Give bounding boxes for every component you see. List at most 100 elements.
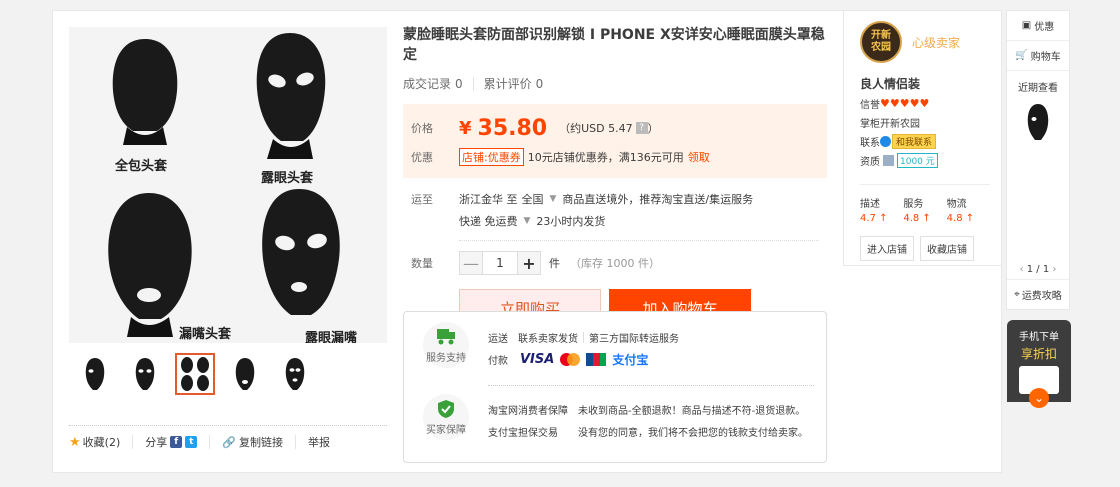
chevron-down-icon[interactable]: ▼	[524, 216, 531, 226]
shop-logo[interactable]: 开新 农园	[860, 21, 902, 63]
rating-label: 服务	[903, 199, 924, 210]
seller-grade: 心级卖家	[912, 35, 961, 50]
usd-suffix: ）	[647, 122, 659, 135]
mobile-order-widget[interactable]: 手机下单 享折扣 ⌄	[1007, 320, 1071, 408]
recent-label: 近期查看	[1018, 83, 1058, 94]
dispatch-time: 23小时内发货	[536, 215, 606, 228]
coupon-text: 10元店铺优惠券，满136元可用	[527, 151, 684, 164]
product-gallery: 全包头套 露眼头套 漏嘴头套 露眼漏嘴 ★ 收藏(2) 分享 f t 🔗 复制链…	[69, 27, 387, 450]
heart-icons: ♥♥♥♥♥	[880, 97, 930, 110]
qty-unit: 件	[549, 257, 560, 270]
rating-value: 4.8 ↑	[903, 213, 931, 224]
product-info: 蒙脸睡眠头套防面部识别解锁 I PHONE X安详安心睡眠面膜头罩稳定 成交记录…	[403, 25, 827, 327]
guarantee-info: 淘宝网消费者保障 未收到商品-全额退款！商品与描述不符-退货退款。 支付宝担保交…	[488, 398, 808, 442]
thumbnail-active[interactable]	[175, 353, 215, 395]
mobile-line2: 享折扣	[1020, 347, 1057, 361]
stock-text: （库存 1000 件）	[570, 257, 660, 270]
thumbnail[interactable]	[75, 353, 115, 395]
pager-next-icon[interactable]: ›	[1052, 264, 1056, 275]
qty-plus-button[interactable]: +	[518, 252, 540, 274]
recent-pager: ‹ 1 / 1 ›	[1007, 264, 1069, 275]
qty-input[interactable]: 1	[482, 252, 518, 274]
promo-label: 优惠	[411, 151, 433, 164]
guarantee-label: 买家保障	[426, 424, 466, 436]
shipping-guide-label: 运费攻略	[1021, 291, 1062, 302]
facebook-icon[interactable]: f	[170, 436, 183, 448]
help-icon[interactable]: ?	[635, 122, 648, 134]
shop-name[interactable]: 良人情侣装	[860, 75, 1001, 92]
buyer-guarantee: 买家保障	[416, 394, 476, 440]
coupon-tag: 店铺:优惠券	[459, 148, 524, 166]
thumbnail[interactable]	[225, 353, 265, 395]
caption-eyes-mouth: 露眼漏嘴	[305, 331, 358, 343]
deals-label[interactable]: 成交记录	[403, 75, 451, 92]
coupon-claim-link[interactable]: 领取	[688, 149, 710, 165]
price-label: 价格	[411, 122, 433, 135]
express-select[interactable]: 快递 免运费	[459, 213, 518, 229]
shipping-section: 运至 浙江金华 至 全国 ▼ 商品直送境外，推荐淘宝直送/集运服务 快递 免运费…	[403, 188, 827, 232]
logo-line2: 农园	[871, 42, 891, 53]
reviews-label[interactable]: 累计评价	[484, 75, 532, 92]
mask-eyes-image	[256, 33, 326, 159]
escrow-label[interactable]: 支付宝担保交易	[488, 424, 558, 439]
seller-panel: 开新 农园 心级卖家 良人情侣装 信誉 ♥♥♥♥♥ 掌柜开新农园 联系 和我联系…	[843, 11, 1001, 266]
qualification-row: 资质 1000 元	[860, 153, 1001, 168]
wangwang-icon	[880, 136, 891, 147]
truck-icon	[437, 328, 455, 344]
product-stats: 成交记录 0 累计评价 0	[403, 75, 827, 92]
favorite-shop-button[interactable]: 收藏店铺	[920, 236, 974, 261]
sidebar-promo[interactable]: ▣ 优惠	[1007, 11, 1069, 41]
ship-from: 浙江金华 至	[459, 193, 518, 206]
thumbnail[interactable]	[125, 353, 165, 395]
product-title: 蒙脸睡眠头套防面部识别解锁 I PHONE X安详安心睡眠面膜头罩稳定	[403, 27, 825, 63]
id-card-icon[interactable]	[883, 155, 894, 166]
usd-price: （约USD 5.47	[559, 122, 633, 135]
contact-seller-button[interactable]: 和我联系	[892, 134, 937, 149]
deposit-badge[interactable]: 1000 元	[897, 153, 938, 168]
right-sidebar: ▣ 优惠 🛒 购物车 近期查看 ‹ 1 / 1 › ⌖ 运费攻略	[1006, 10, 1070, 310]
shop-keeper: 掌柜开新农园	[860, 119, 920, 130]
divider	[472, 76, 474, 91]
ship-third-party[interactable]: 第三方国际转运服务	[589, 330, 679, 345]
twitter-icon[interactable]: t	[185, 436, 198, 448]
sidebar-cart[interactable]: 🛒 购物车	[1007, 41, 1069, 71]
divider	[294, 435, 296, 449]
qual-label: 资质	[860, 157, 880, 168]
ship-to-select[interactable]: 全国	[522, 191, 544, 207]
mask-full-image	[112, 39, 178, 145]
pager-prev-icon[interactable]: ‹	[1020, 264, 1024, 275]
shop-ratings: 描述 4.7 ↑ 服务 4.8 ↑ 物流 4.8 ↑	[860, 184, 990, 224]
product-card: 全包头套 露眼头套 漏嘴头套 露眼漏嘴 ★ 收藏(2) 分享 f t 🔗 复制链…	[52, 10, 1002, 473]
copy-link[interactable]: 复制链接	[239, 434, 283, 450]
divider	[132, 435, 134, 449]
consumer-protection[interactable]: 淘宝网消费者保障	[488, 402, 568, 417]
escrow-desc: 没有您的同意，我们将不会把您的钱款支付给卖家。	[578, 427, 808, 439]
sidebar-cart-label: 购物车	[1030, 52, 1061, 63]
chevron-down-icon[interactable]: ⌄	[1029, 388, 1049, 408]
thumbnail-strip	[69, 353, 387, 395]
quantity-row: 数量 — 1 + 件 （库存 1000 件）	[403, 251, 827, 275]
sidebar-shipping-guide[interactable]: ⌖ 运费攻略	[1007, 279, 1069, 309]
currency-symbol: ¥	[459, 117, 472, 139]
qty-minus-button[interactable]: —	[460, 252, 482, 274]
keeper-row: 掌柜开新农园	[860, 115, 1001, 130]
divider	[209, 435, 211, 449]
rating-describe: 描述 4.7 ↑	[860, 195, 903, 224]
favorite-link[interactable]: 收藏(2)	[83, 434, 121, 450]
credit-label: 信誉	[860, 100, 880, 111]
recent-item-thumbnail[interactable]	[1018, 102, 1058, 142]
qty-label: 数量	[411, 257, 433, 270]
ship-note: 商品直送境外，推荐淘宝直送/集运服务	[562, 193, 754, 206]
credit-row: 信誉 ♥♥♥♥♥	[860, 96, 1001, 111]
divider	[583, 331, 584, 343]
thumbnail[interactable]	[275, 353, 315, 395]
mobile-line1: 手机下单	[1019, 332, 1059, 343]
enter-shop-button[interactable]: 进入店铺	[860, 236, 914, 261]
caption-full: 全包头套	[115, 159, 168, 174]
chevron-down-icon[interactable]: ▼	[550, 194, 557, 204]
rating-label: 物流	[946, 199, 967, 210]
report-link[interactable]: 举报	[308, 434, 330, 450]
share-label: 分享	[145, 436, 168, 449]
shipping-payment-info: 运送 联系卖家发货 第三方国际转运服务 付款 VISA 支付宝	[488, 326, 679, 370]
main-product-image[interactable]: 全包头套 露眼头套 漏嘴头套 露眼漏嘴	[69, 27, 387, 343]
